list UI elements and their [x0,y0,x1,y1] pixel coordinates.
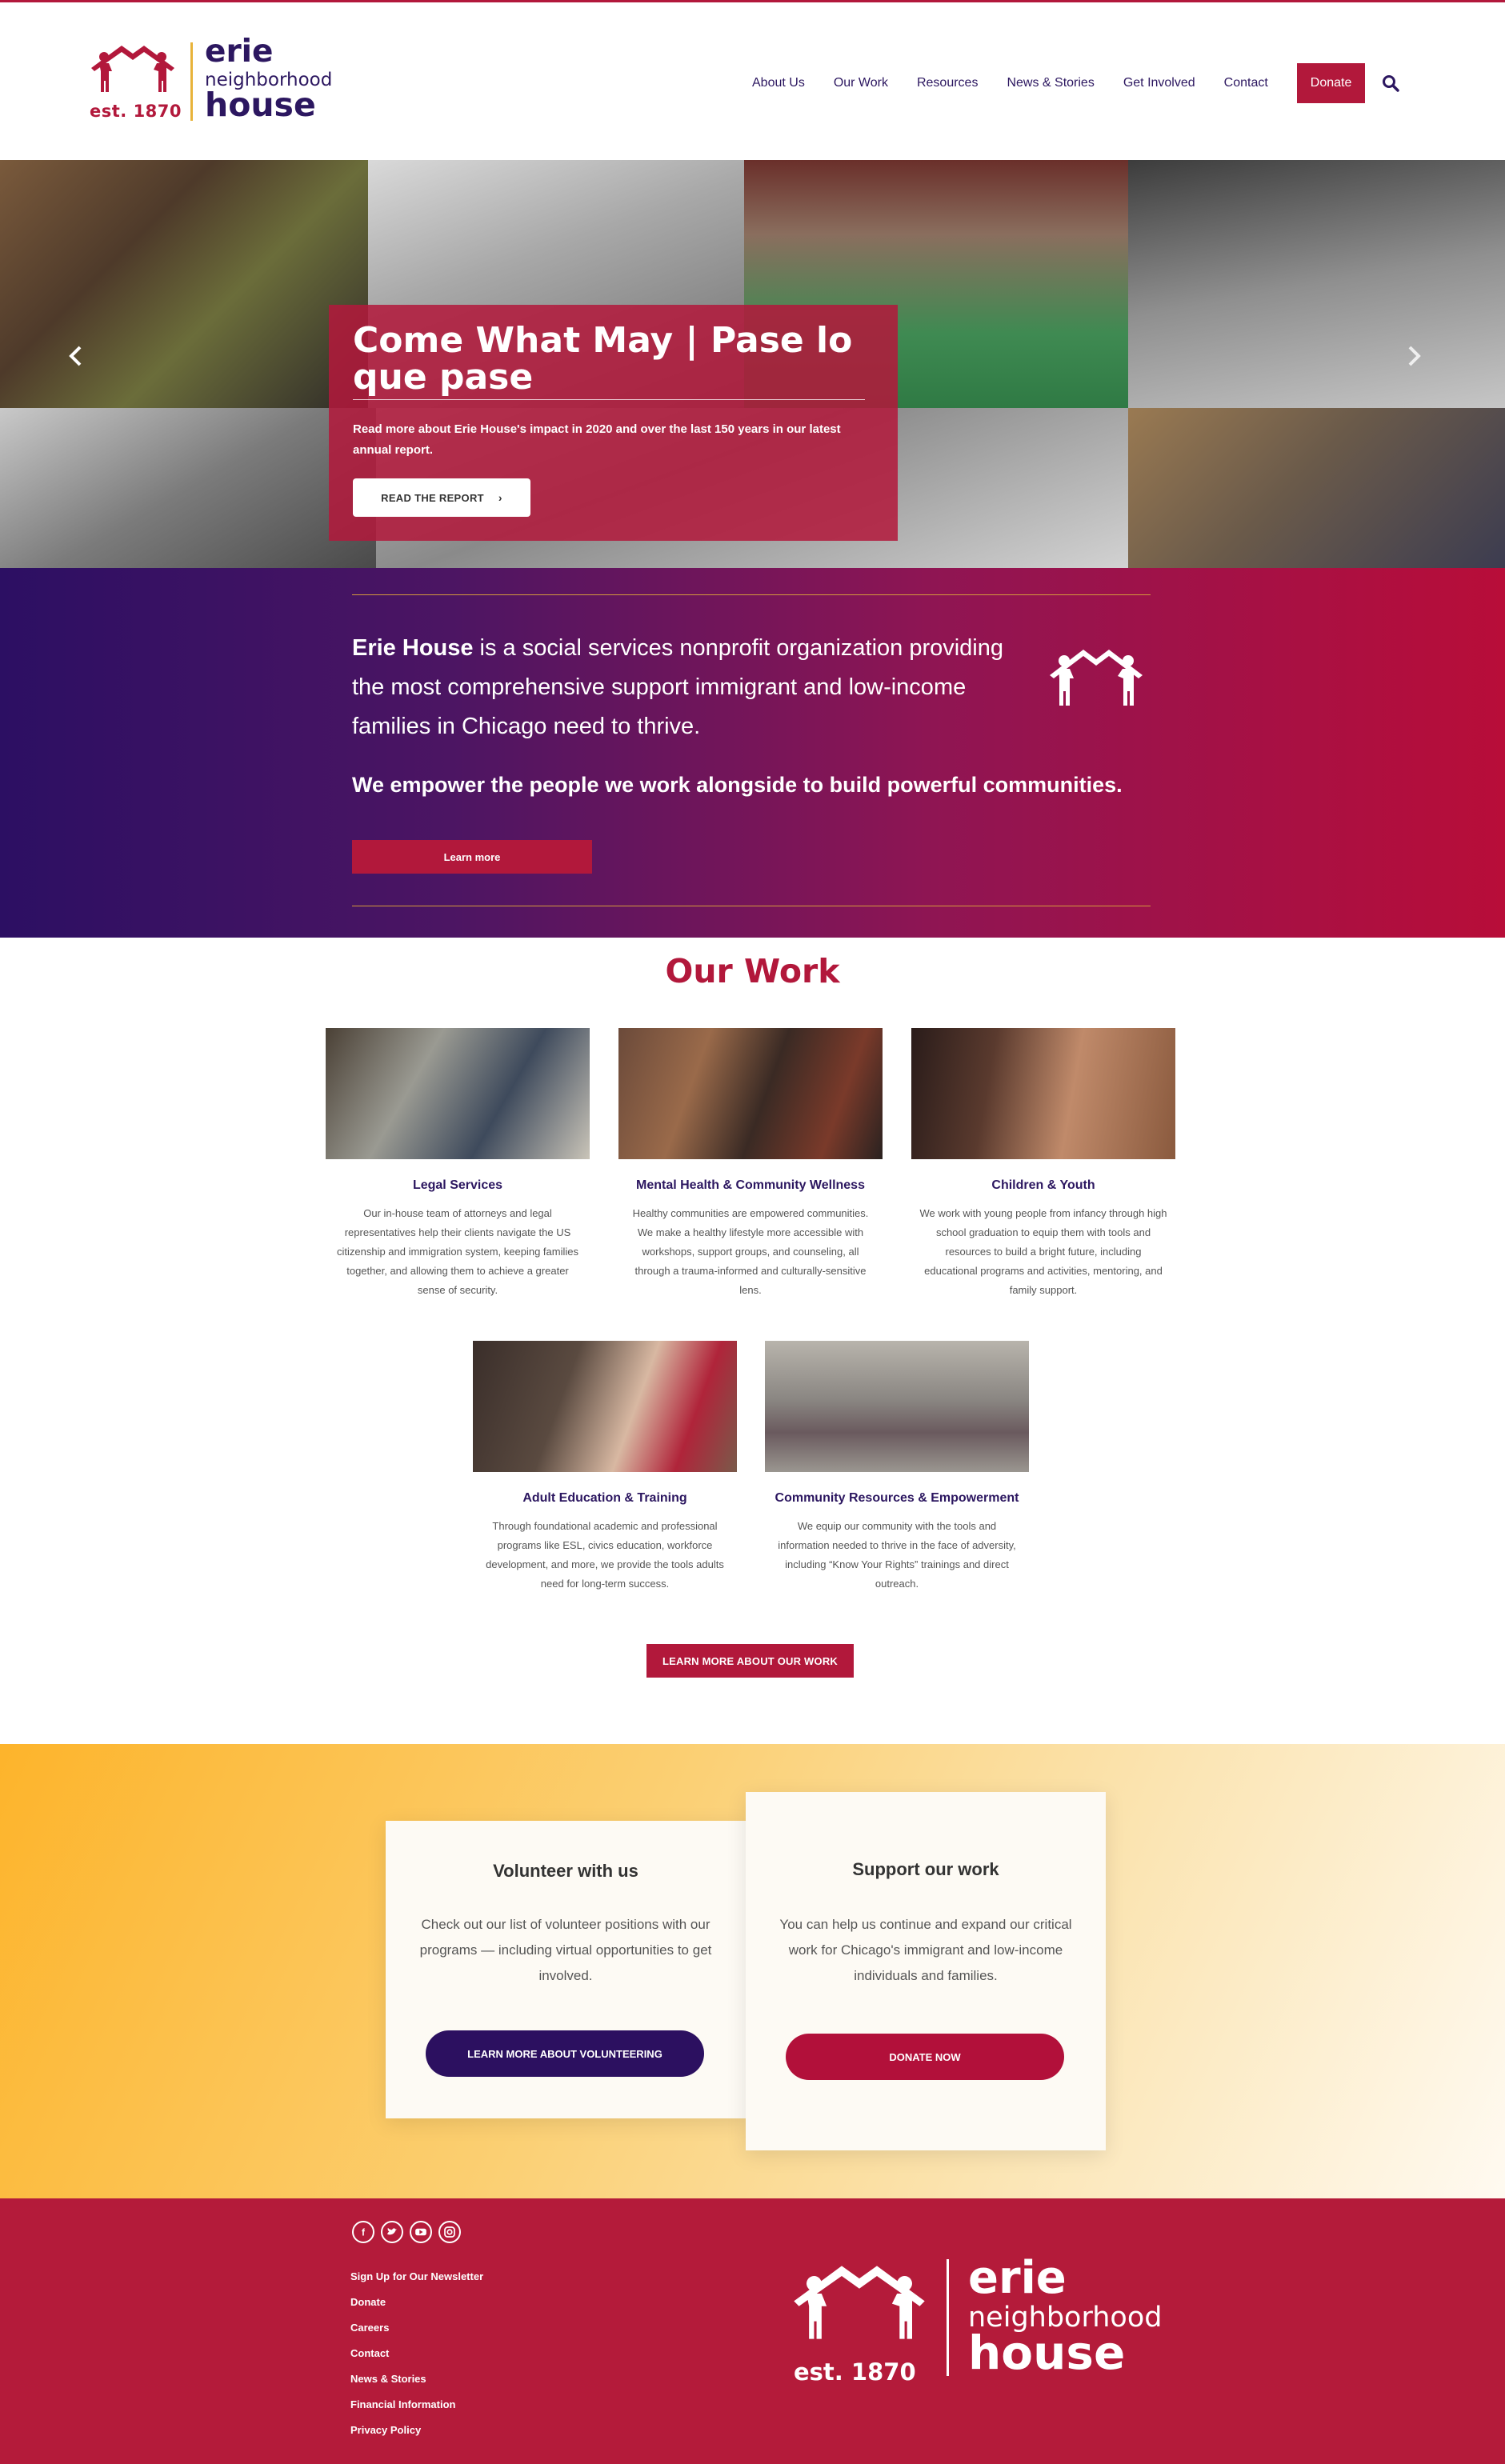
footer-link-financial-information[interactable]: Financial Information [350,2392,483,2418]
nav-contact[interactable]: Contact [1224,76,1268,90]
mission-top-rule [352,594,1151,595]
nav-resources[interactable]: Resources [917,76,978,90]
our-work-heading: Our Work [665,952,840,990]
program-description: Through foundational academic and profes… [486,1520,724,1590]
donate-now-button[interactable]: DONATE NOW [786,2034,1064,2080]
program-title: Mental Health & Community Wellness [636,1178,865,1192]
footer-link-careers[interactable]: Careers [350,2315,483,2341]
hero-photo-archive-3 [0,408,376,568]
program-description: We equip our community with the tools an… [778,1520,1016,1590]
mission-tagline: We empower the people we work alongside … [352,773,1123,797]
svg-text:f: f [362,2226,366,2238]
site-footer: f Sign Up for Our Newsletter Donate Care… [0,2198,1505,2464]
hero-photo-archive-2 [1128,160,1505,408]
hero-slide-card: Come What May | Pase lo que pase Read mo… [329,305,898,541]
hero-subtitle: Read more about Erie House's impact in 2… [353,422,841,457]
nav-news-stories[interactable]: News & Stories [1007,76,1094,90]
program-card-children-youth[interactable]: Children & Youth We work with young peop… [911,1028,1175,1300]
hero-carousel: Come What May | Pase lo que pase Read mo… [0,160,1505,568]
legal-services-photo [326,1028,590,1159]
chevron-right-icon: › [498,491,502,504]
footer-link-donate[interactable]: Donate [350,2290,483,2315]
footer-link-contact[interactable]: Contact [350,2341,483,2366]
mental-health-photo [618,1028,883,1159]
hero-photo-classroom [1128,408,1505,568]
program-card-community-resources[interactable]: Community Resources & Empowerment We equ… [765,1341,1029,1594]
site-header: est. 1870 erie neighborhood house About … [0,2,1505,160]
program-title: Children & Youth [991,1178,1095,1192]
mission-statement: Erie House is a social services nonprofi… [352,629,1008,746]
youtube-icon[interactable] [410,2221,432,2243]
nav-our-work[interactable]: Our Work [834,76,888,90]
house-people-icon [1050,650,1143,706]
logo-est: est. 1870 [90,102,182,121]
site-logo[interactable]: est. 1870 erie neighborhood house [88,36,344,129]
hero-photo-students [0,160,368,408]
get-involved-section: Volunteer with us Check out our list of … [0,1744,1505,2198]
volunteer-card: Volunteer with us Check out our list of … [386,1821,746,2118]
volunteer-text: Check out our list of volunteer position… [419,1917,712,1983]
children-youth-photo [911,1028,1175,1159]
footer-link-newsletter[interactable]: Sign Up for Our Newsletter [350,2264,483,2290]
footer-link-privacy-policy[interactable]: Privacy Policy [350,2418,483,2443]
program-card-mental-health[interactable]: Mental Health & Community Wellness Healt… [618,1028,883,1300]
program-description: Our in-house team of attorneys and legal… [336,1207,578,1296]
read-report-label: READ THE REPORT [381,491,484,504]
logo-word-house: house [205,86,316,124]
program-card-legal[interactable]: Legal Services Our in-house team of atto… [326,1028,590,1300]
footer-logo-divider [947,2259,949,2376]
house-people-logo-icon [91,46,174,92]
program-title: Adult Education & Training [522,1491,687,1505]
search-icon[interactable] [1381,74,1400,93]
support-card: Support our work You can help us continu… [746,1792,1106,2150]
mission-band: Erie House is a social services nonprofi… [0,568,1505,938]
support-text: You can help us continue and expand our … [779,1917,1072,1983]
community-resources-photo [765,1341,1029,1472]
social-links: f [352,2221,467,2243]
twitter-icon[interactable] [381,2221,403,2243]
hero-title: Come What May | Pase lo que pase [353,320,853,398]
learn-more-volunteering-button[interactable]: LEARN MORE ABOUT VOLUNTEERING [426,2030,704,2077]
program-title: Legal Services [412,1178,503,1192]
logo-word-erie: erie [205,34,274,70]
mission-org-name: Erie House [352,635,474,661]
program-description: We work with young people from infancy t… [919,1207,1167,1296]
volunteer-title: Volunteer with us [493,1861,638,1881]
carousel-next-icon[interactable] [1400,342,1427,370]
read-report-button[interactable]: READ THE REPORT › [353,478,530,517]
footer-link-news-stories[interactable]: News & Stories [350,2366,483,2392]
program-title: Community Resources & Empowerment [775,1491,1019,1505]
support-title: Support our work [852,1859,999,1879]
nav-donate-button[interactable]: Donate [1296,63,1366,103]
adult-education-photo [473,1341,737,1472]
learn-more-button[interactable]: Learn more [352,840,592,874]
program-card-adult-education[interactable]: Adult Education & Training Through found… [473,1341,737,1594]
main-nav: About Us Our Work Resources News & Stori… [752,63,1400,103]
learn-more-our-work-button[interactable]: LEARN MORE ABOUT OUR WORK [646,1644,854,1678]
house-people-logo-icon [794,2266,925,2339]
logo-divider [190,42,193,121]
program-description: Healthy communities are empowered commun… [632,1207,869,1296]
nav-get-involved[interactable]: Get Involved [1123,76,1195,90]
instagram-icon[interactable] [438,2221,461,2243]
footer-logo-est: est. 1870 [794,2358,916,2386]
footer-links: Sign Up for Our Newsletter Donate Career… [350,2264,483,2443]
footer-logo[interactable]: est. 1870 erie neighborhood house [789,2252,1165,2387]
hero-divider [353,399,865,400]
carousel-prev-icon[interactable] [62,342,90,370]
nav-about-us[interactable]: About Us [752,76,805,90]
footer-logo-word-house: house [968,2326,1126,2380]
facebook-icon[interactable]: f [352,2221,374,2243]
footer-logo-word-erie: erie [968,2252,1067,2304]
